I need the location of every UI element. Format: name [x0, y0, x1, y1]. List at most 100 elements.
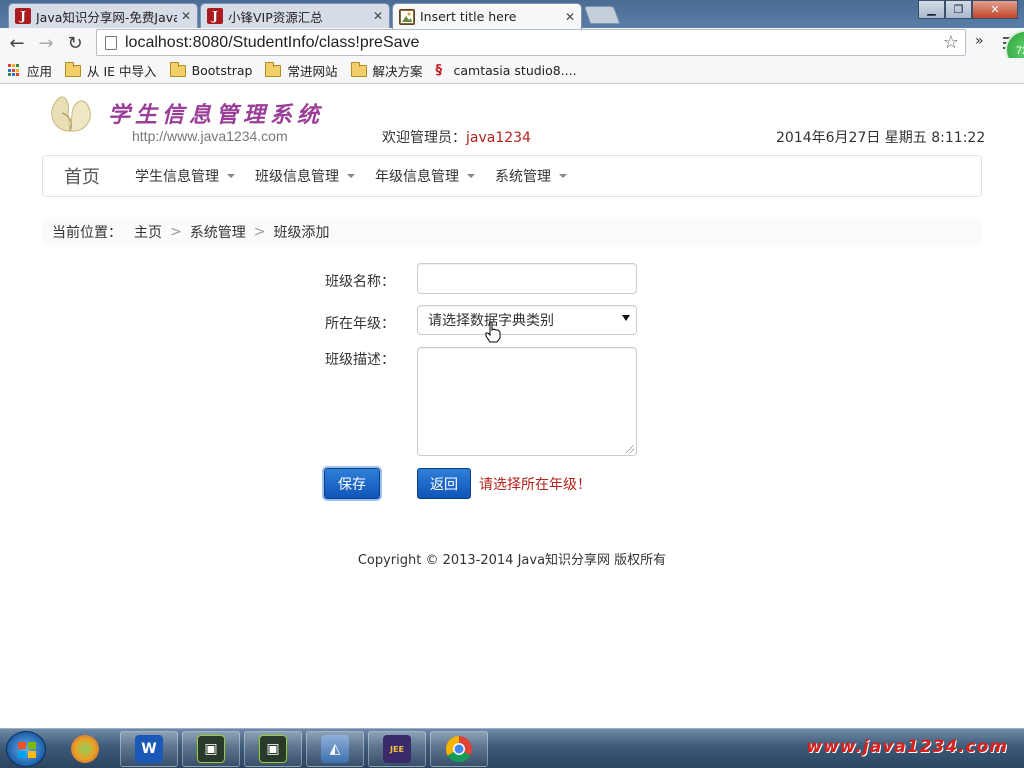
- logo-title: 学生信息管理系统: [108, 102, 325, 128]
- system-tray: www.java1234.com: [806, 729, 1024, 768]
- nav-menu-label: 年级信息管理: [375, 169, 459, 185]
- taskbar-eclipse[interactable]: JEE: [368, 731, 426, 767]
- bookmark-frequent-sites[interactable]: 常进网站: [265, 61, 338, 80]
- bookmark-label: 从 IE 中导入: [87, 64, 157, 79]
- error-message: 请选择所在年级！: [479, 477, 591, 493]
- main-navbar: 首页 学生信息管理 班级信息管理 年级信息管理 系统管理: [42, 155, 982, 197]
- browser-tab-2[interactable]: J 小锋VIP资源汇总 ✕: [200, 3, 390, 28]
- nav-menu-class[interactable]: 班级信息管理: [255, 166, 355, 186]
- welcome-prefix: 欢迎管理员：: [382, 130, 466, 146]
- back-arrow-icon[interactable]: ←: [6, 32, 28, 54]
- taskbar-wps-writer[interactable]: W: [120, 731, 178, 767]
- window-controls: ▁ ❐ ✕: [918, 0, 1018, 19]
- description-textarea[interactable]: [417, 347, 637, 456]
- editor-app-icon: ▣: [259, 735, 287, 763]
- folder-icon: [265, 61, 282, 77]
- caret-down-icon: [347, 174, 355, 178]
- caret-down-icon: [559, 174, 567, 178]
- taskbar-app-1[interactable]: [56, 731, 114, 767]
- nav-menu-student[interactable]: 学生信息管理: [135, 166, 235, 186]
- description-label: 班级描述：: [325, 352, 395, 368]
- nav-home-link[interactable]: 首页: [64, 163, 100, 189]
- taskbar-app-4[interactable]: ▣: [244, 731, 302, 767]
- username: java1234: [466, 130, 531, 146]
- windows-logo-icon: [18, 742, 36, 758]
- dropdown-arrow-icon: [622, 315, 630, 321]
- bookmark-label: 应用: [27, 64, 53, 79]
- nav-menu-system[interactable]: 系统管理: [495, 166, 567, 186]
- tab-title: Insert title here: [420, 9, 517, 24]
- bookmarks-bar: 应用 从 IE 中导入 Bootstrap 常进网站 解决方案 § camtas…: [0, 58, 1024, 84]
- grade-select[interactable]: 请选择数据字典类别: [417, 305, 637, 335]
- folder-icon: [169, 61, 186, 77]
- taskbar-mysql[interactable]: ◭: [306, 731, 364, 767]
- new-tab-button[interactable]: [583, 6, 621, 24]
- bookmark-label: camtasia studio8....: [453, 63, 577, 78]
- writer-w-icon: W: [135, 735, 163, 763]
- camtasia-icon: §: [435, 62, 443, 78]
- nav-menu-label: 学生信息管理: [135, 169, 219, 185]
- start-button[interactable]: [6, 731, 46, 767]
- terminal-app-icon: ▣: [197, 735, 225, 763]
- back-button[interactable]: 返回: [417, 468, 471, 499]
- welcome-text: 欢迎管理员：java1234: [382, 127, 531, 147]
- grade-label: 所在年级：: [325, 316, 395, 332]
- close-window-icon[interactable]: ✕: [972, 0, 1018, 19]
- taskbar-app-3[interactable]: ▣: [182, 731, 240, 767]
- butterfly-logo-icon: [51, 96, 91, 132]
- caret-down-icon: [227, 174, 235, 178]
- address-bar[interactable]: localhost:8080/StudentInfo/class!preSave…: [96, 29, 966, 56]
- web-page: 学生信息管理系统 http://www.java1234.com 欢迎管理员：j…: [0, 85, 1024, 728]
- browser-toolbar: ← → ↻ localhost:8080/StudentInfo/class!p…: [0, 28, 1024, 58]
- logo-url: http://www.java1234.com: [132, 128, 288, 144]
- folder-icon: [350, 61, 367, 77]
- forward-arrow-icon[interactable]: →: [35, 32, 57, 54]
- breadcrumb-system[interactable]: 系统管理: [190, 222, 246, 242]
- caret-down-icon: [467, 174, 475, 178]
- picture-favicon-icon: [399, 8, 415, 25]
- taskbar-chrome[interactable]: [430, 731, 488, 767]
- close-tab-icon[interactable]: ✕: [373, 9, 383, 23]
- bookmark-label: 常进网站: [287, 64, 338, 79]
- reload-icon[interactable]: ↻: [64, 32, 86, 54]
- bookmark-apps[interactable]: 应用: [8, 61, 52, 80]
- nav-menu-label: 班级信息管理: [255, 169, 339, 185]
- site-logo[interactable]: 学生信息管理系统 http://www.java1234.com: [44, 89, 344, 145]
- bookmark-ie-import[interactable]: 从 IE 中导入: [65, 61, 157, 80]
- java1234-favicon-icon: J: [15, 8, 31, 24]
- bookmark-bootstrap[interactable]: Bootstrap: [169, 61, 253, 78]
- page-icon: [105, 35, 117, 50]
- bookmark-label: Bootstrap: [191, 63, 253, 78]
- close-tab-icon[interactable]: ✕: [181, 9, 191, 23]
- hand-pointer-cursor-icon: [485, 321, 501, 343]
- browser-tab-3-active[interactable]: Insert title here ✕: [392, 3, 582, 29]
- close-tab-icon[interactable]: ✕: [565, 10, 575, 24]
- breadcrumb-prefix: 当前位置：: [52, 225, 122, 241]
- dolphin-icon: ◭: [321, 735, 349, 763]
- breadcrumb-home[interactable]: 主页: [134, 222, 162, 242]
- url-text: localhost:8080/StudentInfo/class!preSave: [125, 33, 420, 51]
- breadcrumb-separator: >: [170, 224, 182, 240]
- footer-copyright: Copyright © 2013-2014 Java知识分享网 版权所有: [357, 553, 667, 568]
- bookmark-camtasia[interactable]: § camtasia studio8....: [436, 63, 577, 78]
- apps-grid-icon: [8, 64, 21, 77]
- colorful-app-icon: [71, 735, 99, 763]
- class-name-input[interactable]: [417, 263, 637, 294]
- nav-menu-label: 系统管理: [495, 169, 551, 185]
- browser-tab-1[interactable]: J Java知识分享网-免费Java ✕: [8, 3, 198, 28]
- maximize-icon[interactable]: ❐: [945, 0, 972, 19]
- watermark-text: www.java1234.com: [806, 737, 1008, 757]
- bookmark-star-icon[interactable]: ☆: [943, 32, 959, 53]
- minimize-icon[interactable]: ▁: [918, 0, 945, 19]
- bookmark-solutions[interactable]: 解决方案: [350, 61, 423, 80]
- nav-menu-grade[interactable]: 年级信息管理: [375, 166, 475, 186]
- breadcrumb-current: 班级添加: [273, 225, 330, 241]
- class-name-label: 班级名称：: [325, 274, 395, 290]
- save-button[interactable]: 保存: [322, 466, 382, 501]
- more-chevron-icon[interactable]: »: [975, 33, 984, 49]
- breadcrumb: 当前位置： 主页 > 系统管理 > 班级添加: [42, 218, 982, 246]
- tab-title: 小锋VIP资源汇总: [228, 9, 323, 25]
- resize-grip-icon[interactable]: [626, 445, 634, 453]
- chrome-icon: [445, 735, 472, 763]
- java1234-favicon-icon: J: [207, 8, 223, 24]
